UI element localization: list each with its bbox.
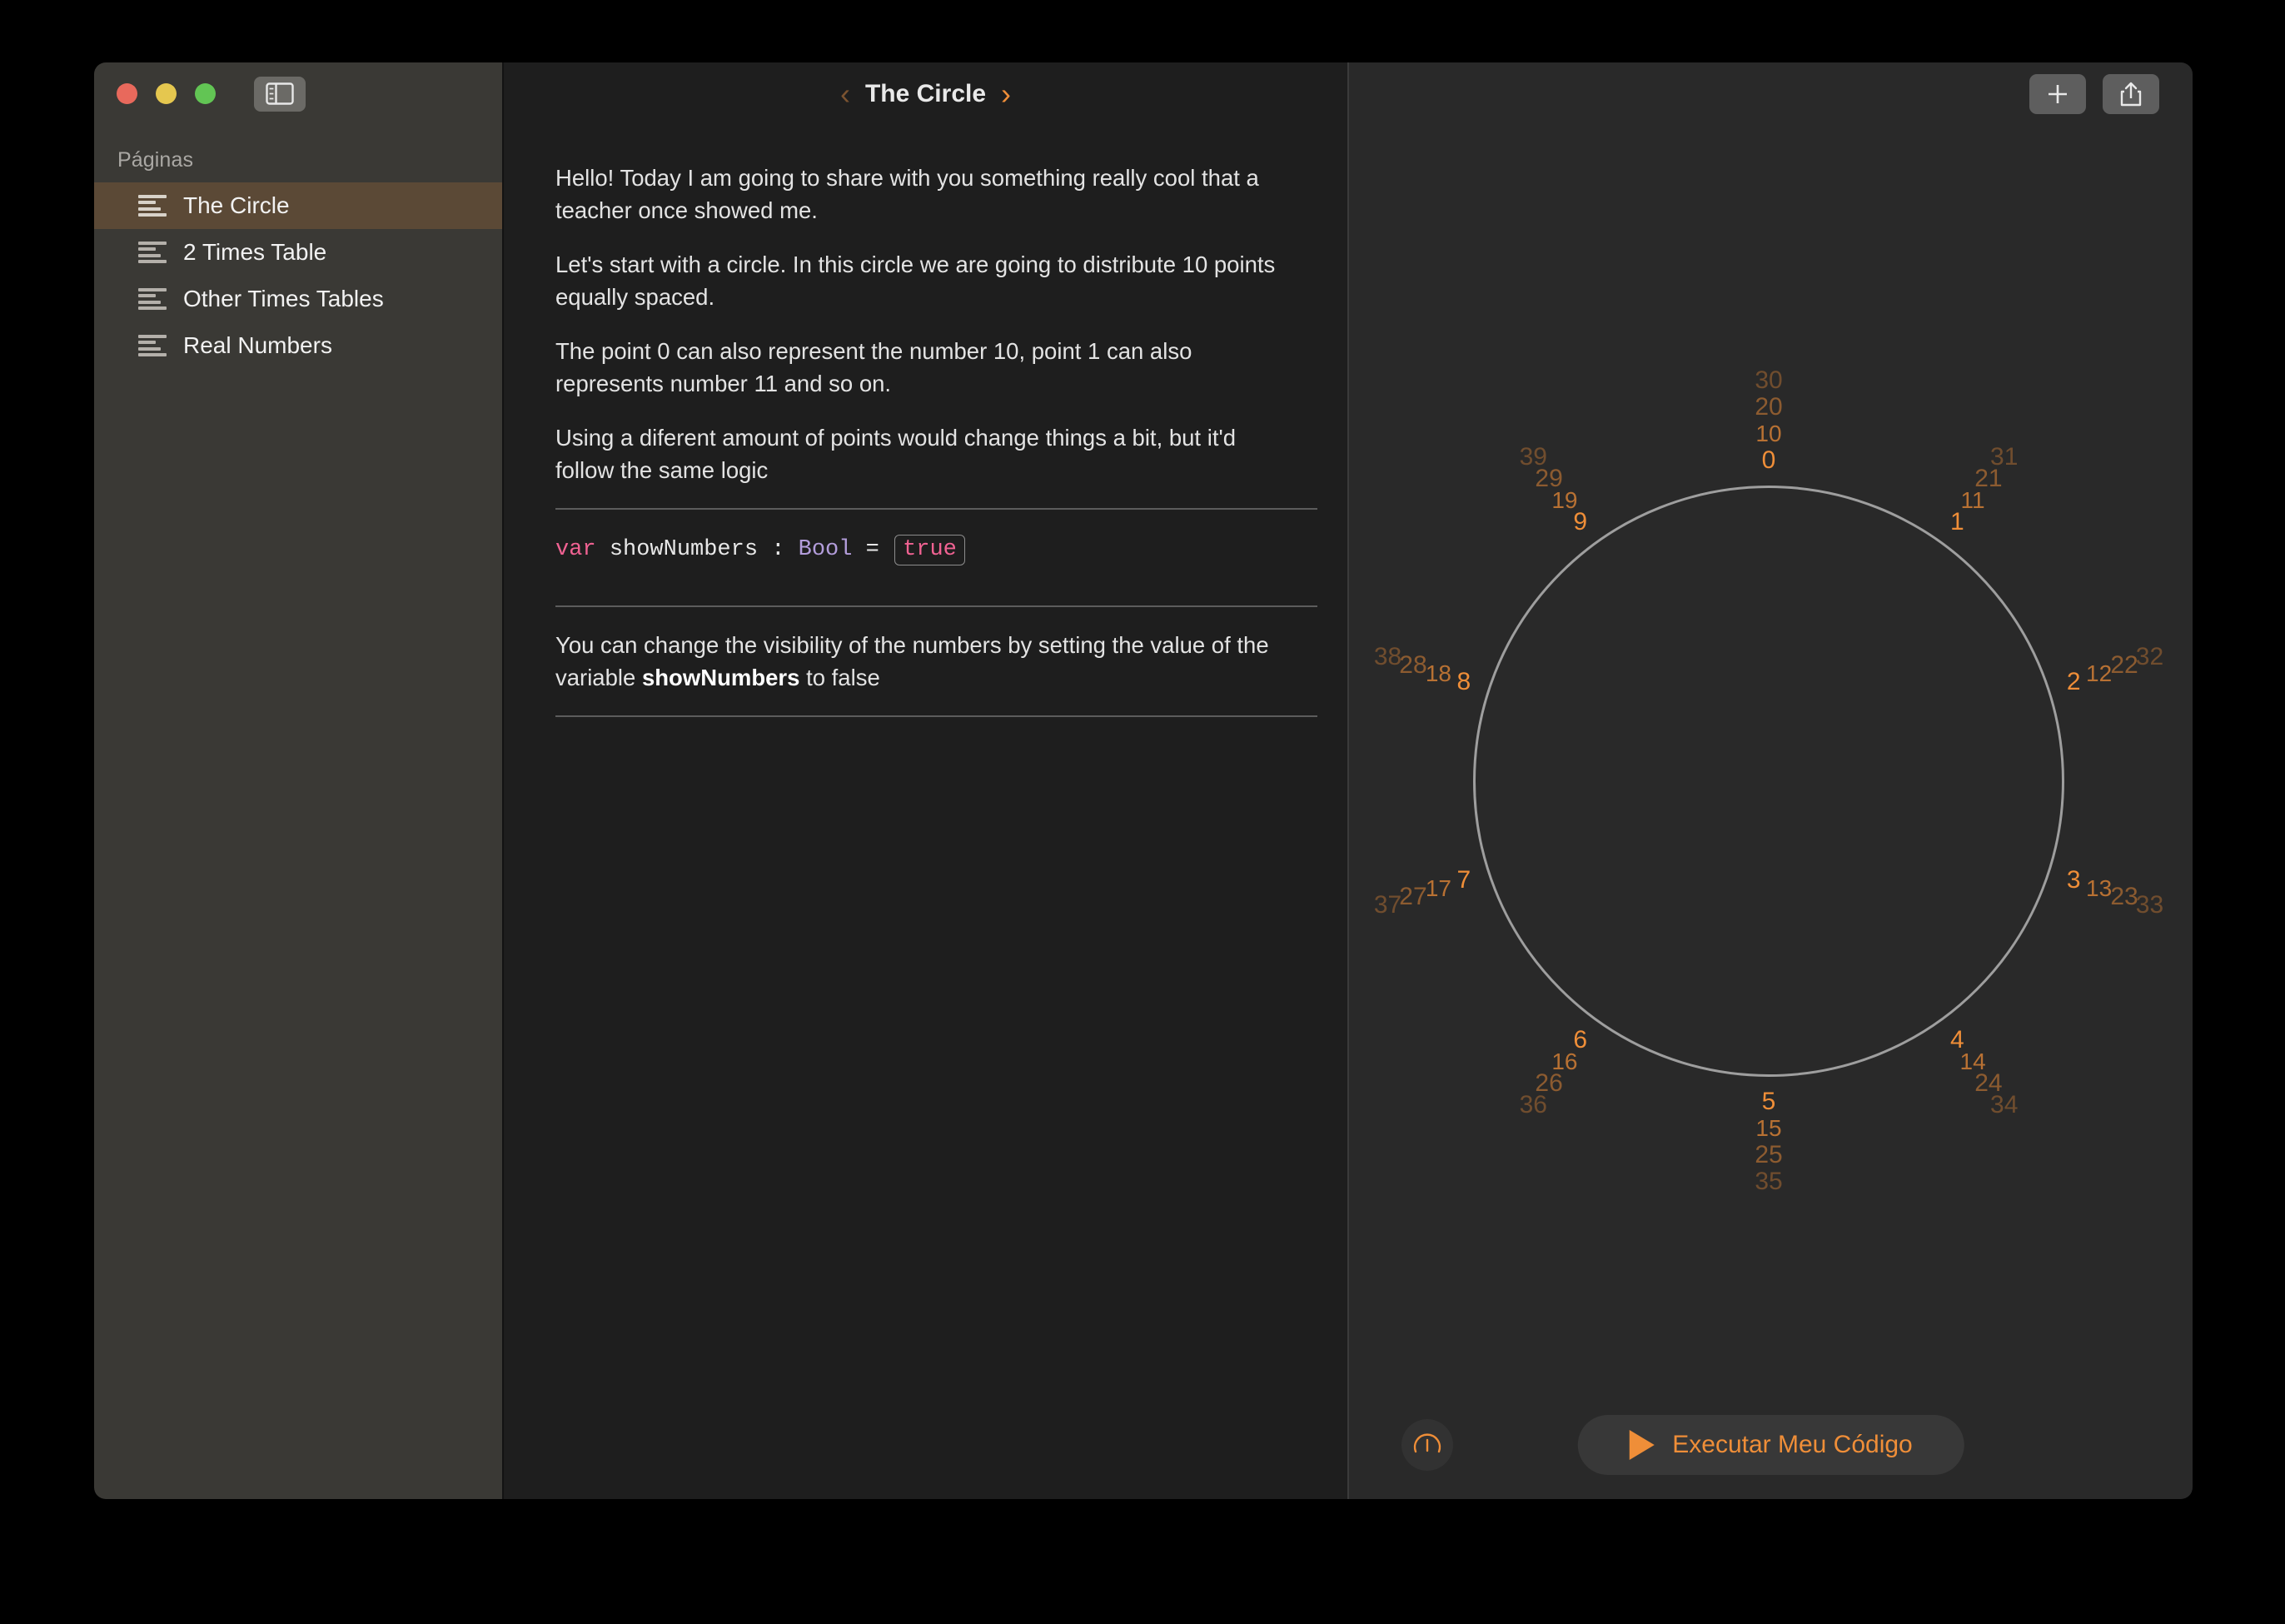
circle-number-label: 30 xyxy=(1755,366,1783,394)
sidebar-item-label: The Circle xyxy=(183,192,290,218)
sidebar-item-real-numbers[interactable]: Real Numbers xyxy=(94,322,502,369)
sidebar-item-label: Other Times Tables xyxy=(183,286,384,311)
code-identifier: showNumbers xyxy=(609,537,759,563)
live-view-footer: Executar Meu Código xyxy=(1349,1391,2193,1499)
run-my-code-button[interactable]: Executar Meu Código xyxy=(1577,1415,1964,1475)
sidebar-item-2-times-table[interactable]: 2 Times Table xyxy=(94,229,502,276)
circle-number-label: 11 xyxy=(1960,486,1985,513)
sidebar-item-the-circle[interactable]: The Circle xyxy=(94,182,502,229)
paragraph-intro: Hello! Today I am going to share with yo… xyxy=(555,165,1259,224)
sidebar-section-label: Páginas xyxy=(117,148,194,172)
document-body: Hello! Today I am going to share with yo… xyxy=(504,125,1347,718)
circle-number-label: 37 xyxy=(1373,890,1402,919)
circle-number-label: 13 xyxy=(2086,874,2113,901)
previous-page-button[interactable]: ‹ xyxy=(840,78,850,109)
sidebar-item-other-times-tables[interactable]: Other Times Tables xyxy=(94,276,502,322)
circle-number-label: 7 xyxy=(1456,865,1471,894)
execution-speed-button[interactable] xyxy=(1401,1419,1453,1471)
code-keyword-var: var xyxy=(555,537,596,563)
document-lines-icon xyxy=(138,242,167,263)
sidebar-toggle-button[interactable] xyxy=(254,76,306,112)
sidebar-toggle-icon xyxy=(266,82,294,105)
circle-number-label: 0 xyxy=(1761,446,1776,474)
circle-number-label: 27 xyxy=(1399,882,1427,910)
circle-number-label: 3 xyxy=(2066,865,2081,894)
document-lines-icon xyxy=(138,288,167,310)
code-value-editable-true[interactable]: true xyxy=(894,535,965,566)
circle-visualization: 0 10 20 30 1 11 21 31 2 12 22 32 3 13 23 33 4 14 24 34 5 15 25… xyxy=(1349,62,2193,1499)
circle-number-label: 34 xyxy=(1990,1091,2019,1119)
code-type-bool: Bool xyxy=(798,537,853,563)
circle-number-label: 10 xyxy=(1755,421,1782,446)
paragraph-circle: Let's start with a circle. In this circl… xyxy=(555,252,1276,311)
live-view-panel: 0 10 20 30 1 11 21 31 2 12 22 32 3 13 23 33 4 14 24 34 5 15 25… xyxy=(1349,62,2193,1499)
circle-number-label: 18 xyxy=(1425,660,1451,687)
circle-number-label: 39 xyxy=(1519,442,1547,471)
circle-number-label: 31 xyxy=(1990,442,2019,471)
circle-number-label: 22 xyxy=(2110,651,2138,680)
circle-number-label: 15 xyxy=(1755,1115,1782,1141)
document-panel: ‹ The Circle › Hello! Today I am going t… xyxy=(504,62,1349,1499)
circle-number-label: 36 xyxy=(1519,1091,1547,1119)
speedometer-icon xyxy=(1413,1433,1441,1453)
circle-number-label: 5 xyxy=(1761,1088,1776,1115)
circle-number-label: 28 xyxy=(1399,651,1427,680)
circle-number-label: 20 xyxy=(1755,393,1783,421)
paragraph-points: The point 0 can also represent the numbe… xyxy=(555,338,1192,397)
circle-number-label: 33 xyxy=(2135,890,2164,919)
circle-number-label: 23 xyxy=(2110,882,2138,910)
document-lines-icon xyxy=(138,195,167,217)
sidebar-titlebar xyxy=(94,62,502,125)
circle-number-label: 1 xyxy=(1949,507,1964,536)
sidebar: Páginas The Circle 2 Times Table Other T… xyxy=(94,62,504,1499)
run-my-code-label: Executar Meu Código xyxy=(1672,1431,1913,1458)
circle-number-label: 35 xyxy=(1755,1168,1783,1195)
next-page-button[interactable]: › xyxy=(1001,78,1011,109)
play-triangle-icon xyxy=(1629,1430,1655,1460)
circle-number-label: 8 xyxy=(1456,668,1471,696)
minimize-button[interactable] xyxy=(156,83,177,104)
closing-text-bold: showNumbers xyxy=(641,665,800,691)
sidebar-item-label: Real Numbers xyxy=(183,332,332,358)
document-titlebar: ‹ The Circle › xyxy=(504,62,1347,125)
divider-bottom xyxy=(555,715,1317,718)
circle-number-label: 9 xyxy=(1573,507,1588,536)
circle-number-label: 19 xyxy=(1551,486,1578,513)
circle-number-label: 17 xyxy=(1425,874,1451,901)
close-button[interactable] xyxy=(117,83,137,104)
circle-number-label: 25 xyxy=(1755,1141,1783,1168)
circle-number-label: 2 xyxy=(2066,668,2081,696)
circle-number-label: 12 xyxy=(2086,660,2113,687)
zoom-button[interactable] xyxy=(195,83,216,104)
code-editor-line[interactable]: var showNumbers : Bool = true xyxy=(555,510,1296,592)
code-equals: = xyxy=(865,537,879,563)
paragraph-closing: You can change the visibility of the num… xyxy=(555,607,1296,694)
circle-outline xyxy=(1473,486,2064,1077)
document-lines-icon xyxy=(138,335,167,356)
code-colon: : xyxy=(771,537,785,563)
closing-text-suffix: to false xyxy=(799,665,880,691)
sidebar-item-label: 2 Times Table xyxy=(183,239,327,265)
playgrounds-window: Páginas The Circle 2 Times Table Other T… xyxy=(94,62,2193,1499)
page-title: The Circle xyxy=(864,79,987,107)
circle-number-label: 32 xyxy=(2135,643,2164,671)
paragraph-logic: Using a diferent amount of points would … xyxy=(555,425,1237,484)
circle-number-label: 38 xyxy=(1373,643,1402,671)
